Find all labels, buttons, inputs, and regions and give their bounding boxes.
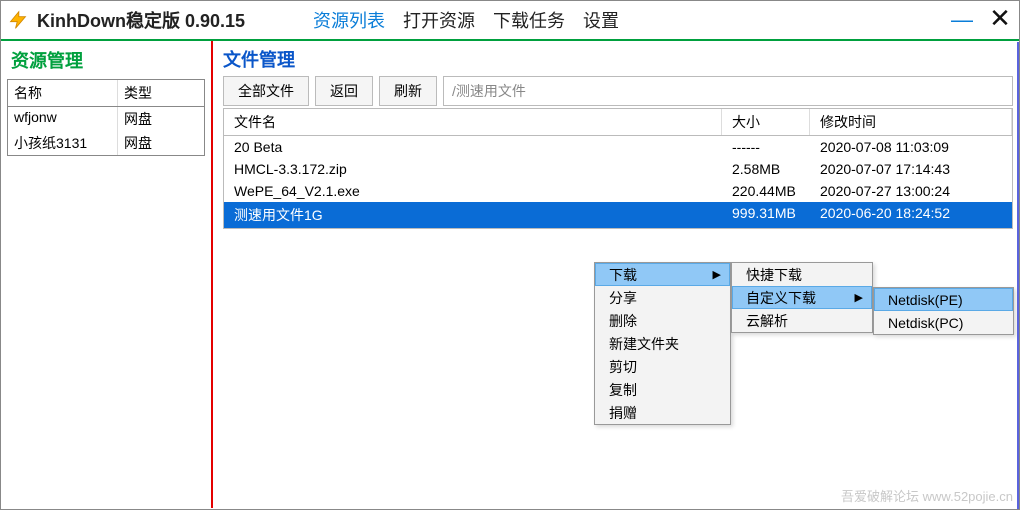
back-button[interactable]: 返回 xyxy=(315,76,373,106)
sidebar-header-row: 名称 类型 xyxy=(8,80,204,107)
nav-open-resource[interactable]: 打开资源 xyxy=(403,7,475,33)
file-mtime: 2020-07-07 17:14:43 xyxy=(810,158,1012,180)
app-title: KinhDown稳定版 0.90.15 xyxy=(37,7,245,33)
menu-donate[interactable]: 捐赠 xyxy=(595,401,730,424)
nav-download-tasks[interactable]: 下载任务 xyxy=(493,7,565,33)
menu-quick-download[interactable]: 快捷下载 xyxy=(732,263,872,286)
sidebar-table: 名称 类型 wfjonw 网盘 小孩纸3131 网盘 xyxy=(7,79,205,156)
sidebar-cell-type: 网盘 xyxy=(118,107,158,131)
menu-share[interactable]: 分享 xyxy=(595,286,730,309)
file-name: 20 Beta xyxy=(224,136,722,158)
col-size[interactable]: 大小 xyxy=(722,109,810,135)
window-controls: — ✕ xyxy=(949,7,1013,33)
sidebar-col-type: 类型 xyxy=(118,80,158,106)
file-row[interactable]: HMCL-3.3.172.zip 2.58MB 2020-07-07 17:14… xyxy=(224,158,1012,180)
col-filename[interactable]: 文件名 xyxy=(224,109,722,135)
chevron-right-icon: ▶ xyxy=(855,291,863,304)
minimize-button[interactable]: — xyxy=(949,7,975,33)
file-name: 测速用文件1G xyxy=(224,202,722,228)
titlebar: KinhDown稳定版 0.90.15 资源列表 打开资源 下载任务 设置 — … xyxy=(1,1,1019,41)
file-table: 文件名 大小 修改时间 20 Beta ------ 2020-07-08 11… xyxy=(223,108,1013,229)
context-submenu-custom[interactable]: Netdisk(PE) Netdisk(PC) xyxy=(873,287,1014,335)
menu-cloud-parse[interactable]: 云解析 xyxy=(732,309,872,332)
app-logo-icon xyxy=(7,9,29,31)
menu-copy[interactable]: 复制 xyxy=(595,378,730,401)
file-name: HMCL-3.3.172.zip xyxy=(224,158,722,180)
menu-new-folder[interactable]: 新建文件夹 xyxy=(595,332,730,355)
sidebar: 资源管理 名称 类型 wfjonw 网盘 小孩纸3131 网盘 xyxy=(1,41,213,508)
file-mtime: 2020-06-20 18:24:52 xyxy=(810,202,1012,228)
menu-netdisk-pc[interactable]: Netdisk(PC) xyxy=(874,311,1013,334)
menu-cut[interactable]: 剪切 xyxy=(595,355,730,378)
sidebar-col-name: 名称 xyxy=(8,80,118,106)
chevron-right-icon: ▶ xyxy=(713,268,721,281)
nav-bar: 资源列表 打开资源 下载任务 设置 xyxy=(313,7,941,33)
file-table-header: 文件名 大小 修改时间 xyxy=(224,109,1012,136)
toolbar: 全部文件 返回 刷新 xyxy=(223,76,1013,106)
file-name: WePE_64_V2.1.exe xyxy=(224,180,722,202)
nav-settings[interactable]: 设置 xyxy=(583,7,619,33)
context-menu[interactable]: 下载▶ 分享 删除 新建文件夹 剪切 复制 捐赠 xyxy=(594,262,731,425)
sidebar-cell-name: 小孩纸3131 xyxy=(8,131,118,155)
main-panel: 文件管理 全部文件 返回 刷新 文件名 大小 修改时间 20 Beta ----… xyxy=(213,41,1019,508)
menu-custom-download[interactable]: 自定义下载▶ xyxy=(732,286,872,309)
sidebar-title: 资源管理 xyxy=(11,47,201,73)
sidebar-cell-name: wfjonw xyxy=(8,107,118,131)
refresh-button[interactable]: 刷新 xyxy=(379,76,437,106)
file-size: ------ xyxy=(722,136,810,158)
menu-delete[interactable]: 删除 xyxy=(595,309,730,332)
context-submenu-download[interactable]: 快捷下载 自定义下载▶ 云解析 xyxy=(731,262,873,333)
col-mtime[interactable]: 修改时间 xyxy=(810,109,1012,135)
file-size: 2.58MB xyxy=(722,158,810,180)
close-button[interactable]: ✕ xyxy=(987,7,1013,33)
file-mtime: 2020-07-27 13:00:24 xyxy=(810,180,1012,202)
file-size: 999.31MB xyxy=(722,202,810,228)
app-window: KinhDown稳定版 0.90.15 资源列表 打开资源 下载任务 设置 — … xyxy=(0,0,1020,510)
file-size: 220.44MB xyxy=(722,180,810,202)
sidebar-cell-type: 网盘 xyxy=(118,131,158,155)
all-files-button[interactable]: 全部文件 xyxy=(223,76,309,106)
main-title: 文件管理 xyxy=(223,46,1013,72)
file-mtime: 2020-07-08 11:03:09 xyxy=(810,136,1012,158)
menu-download[interactable]: 下载▶ xyxy=(595,263,730,286)
path-input[interactable] xyxy=(443,76,1013,106)
sidebar-row[interactable]: wfjonw 网盘 xyxy=(8,107,204,131)
sidebar-row[interactable]: 小孩纸3131 网盘 xyxy=(8,131,204,155)
file-row[interactable]: WePE_64_V2.1.exe 220.44MB 2020-07-27 13:… xyxy=(224,180,1012,202)
file-row[interactable]: 测速用文件1G 999.31MB 2020-06-20 18:24:52 xyxy=(224,202,1012,228)
file-row[interactable]: 20 Beta ------ 2020-07-08 11:03:09 xyxy=(224,136,1012,158)
menu-netdisk-pe[interactable]: Netdisk(PE) xyxy=(874,288,1013,311)
body-area: 资源管理 名称 类型 wfjonw 网盘 小孩纸3131 网盘 文件管理 全部文 xyxy=(1,41,1019,508)
nav-resource-list[interactable]: 资源列表 xyxy=(313,7,385,33)
